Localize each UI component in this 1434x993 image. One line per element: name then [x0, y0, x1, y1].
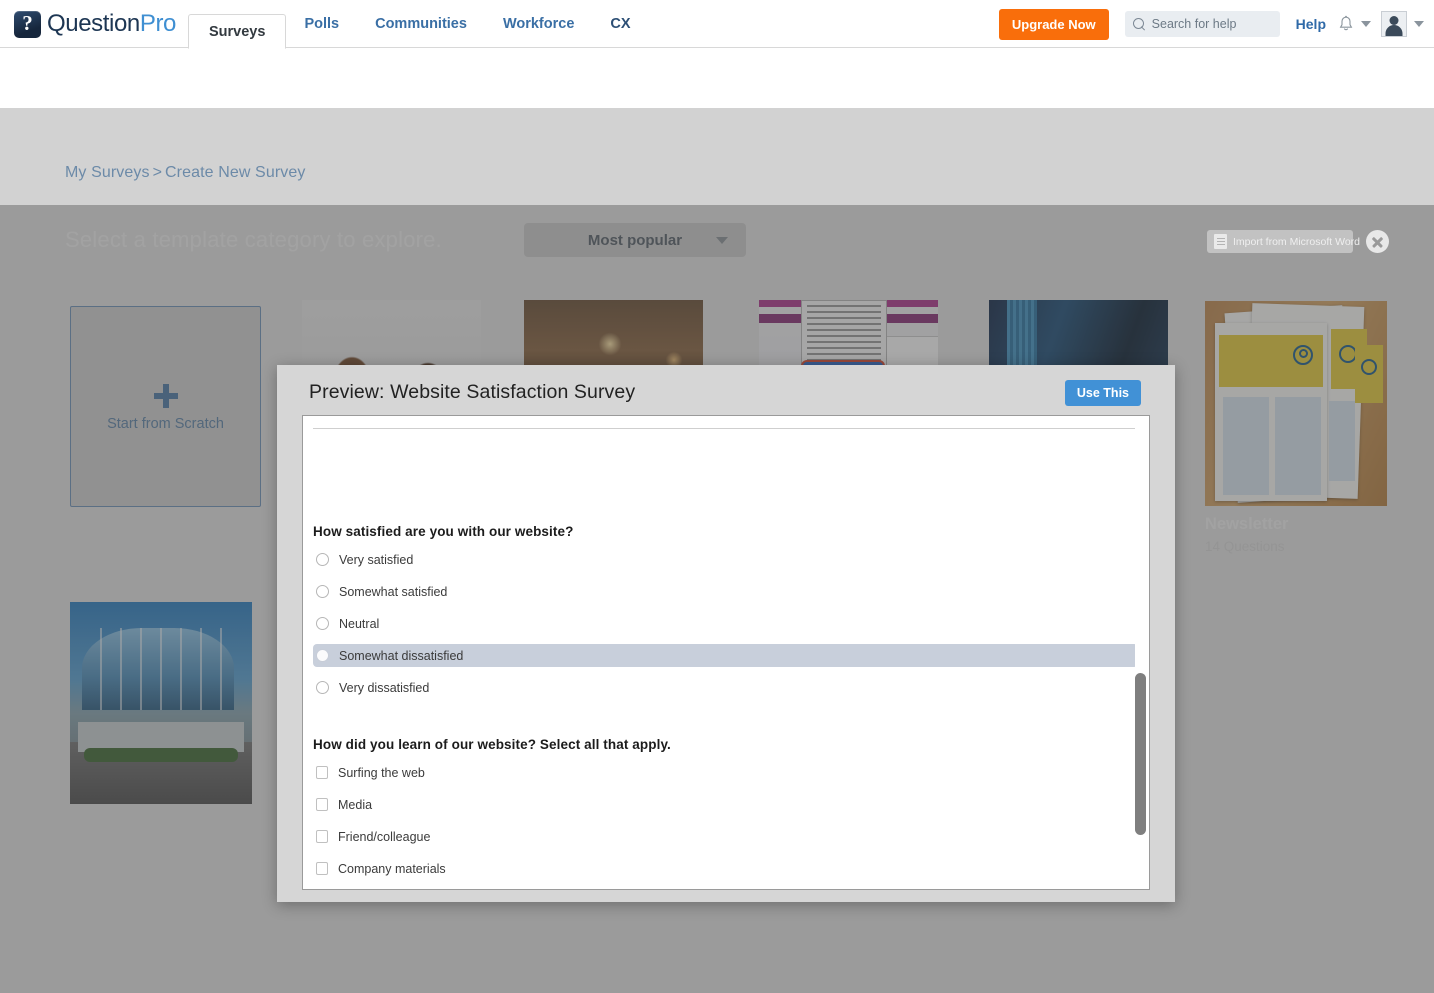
- import-from-word-label: Import from Microsoft Word: [1233, 235, 1360, 248]
- help-link[interactable]: Help: [1296, 16, 1326, 32]
- breadcrumb-create-new-survey[interactable]: Create New Survey: [165, 164, 305, 181]
- tab-polls[interactable]: Polls: [286, 0, 357, 48]
- tab-communities[interactable]: Communities: [357, 0, 485, 48]
- option-label: Somewhat dissatisfied: [339, 648, 464, 663]
- plus-icon: [152, 382, 180, 410]
- option-row[interactable]: Somewhat satisfied: [313, 580, 1149, 603]
- preview-modal: Preview: Website Satisfaction Survey Use…: [277, 365, 1175, 902]
- close-gallery-button[interactable]: [1366, 230, 1389, 253]
- survey-preview-frame: How satisfied are you with our website? …: [302, 415, 1150, 890]
- option-label: Friend/colleague: [338, 829, 431, 844]
- nav-right-group: Upgrade Now Help: [998, 0, 1424, 48]
- option-label: Very dissatisfied: [339, 680, 430, 695]
- sort-dropdown-value: Most popular: [587, 231, 683, 249]
- chevron-down-icon: [716, 237, 728, 244]
- tab-cx[interactable]: CX: [592, 0, 648, 48]
- tab-surveys[interactable]: Surveys: [188, 14, 287, 49]
- upgrade-now-button[interactable]: Upgrade Now: [998, 8, 1109, 40]
- survey-divider: [313, 428, 1139, 429]
- page-title: Select a template category to explore.: [65, 227, 442, 252]
- notifications-chevron-down-icon[interactable]: [1361, 21, 1371, 27]
- logo-text-question: Question: [47, 10, 140, 37]
- template-card-newsletter[interactable]: Newsletter 14 Questions: [1205, 301, 1387, 554]
- option-label: Neutral: [339, 616, 380, 631]
- vertical-scrollbar-track[interactable]: [1134, 417, 1148, 888]
- search-input[interactable]: [1151, 17, 1272, 31]
- option-row[interactable]: Media: [313, 793, 1149, 816]
- start-from-scratch-label: Start from Scratch: [107, 415, 224, 432]
- option-row[interactable]: Very satisfied: [313, 548, 1149, 571]
- radio-icon[interactable]: [316, 649, 329, 662]
- vertical-scrollbar-thumb[interactable]: [1134, 673, 1146, 835]
- nav-spacer-band: [0, 48, 1434, 108]
- sort-dropdown[interactable]: Most popular: [524, 223, 746, 257]
- radio-icon[interactable]: [316, 585, 329, 598]
- checkbox-icon[interactable]: [316, 862, 328, 875]
- help-search-box[interactable]: [1124, 11, 1280, 37]
- checkbox-icon[interactable]: [316, 766, 328, 779]
- start-from-scratch-card[interactable]: Start from Scratch: [70, 306, 261, 507]
- option-label: Company materials: [338, 861, 446, 876]
- template-card-title: Newsletter: [1205, 515, 1289, 533]
- survey-question-2: How did you learn of our website? Select…: [313, 737, 1149, 890]
- template-thumbnail: [70, 602, 252, 804]
- document-icon: [1214, 234, 1227, 249]
- question-text: How satisfied are you with our website?: [313, 524, 574, 539]
- bell-icon[interactable]: [1338, 15, 1354, 33]
- question-text: How did you learn of our website? Select…: [313, 737, 671, 752]
- tab-workforce[interactable]: Workforce: [485, 0, 592, 48]
- option-row[interactable]: Employees: [313, 889, 1149, 890]
- checkbox-icon[interactable]: [316, 798, 328, 811]
- option-row[interactable]: Very dissatisfied: [313, 676, 1149, 699]
- survey-question-1: How satisfied are you with our website? …: [313, 524, 1149, 699]
- top-navigation-bar: QuestionPro Surveys Polls Communities Wo…: [0, 0, 1434, 49]
- radio-icon[interactable]: [316, 617, 329, 630]
- breadcrumb: My Surveys > Create New Survey: [65, 164, 305, 182]
- survey-preview-scroll-area[interactable]: How satisfied are you with our website? …: [303, 416, 1149, 889]
- option-label: Somewhat satisfied: [339, 584, 448, 599]
- option-row[interactable]: Friend/colleague: [313, 825, 1149, 848]
- questionpro-logo-icon: [14, 10, 41, 38]
- radio-icon[interactable]: [316, 553, 329, 566]
- breadcrumb-my-surveys[interactable]: My Surveys: [65, 164, 150, 181]
- template-thumbnail: [1205, 301, 1387, 506]
- use-this-button[interactable]: Use This: [1064, 380, 1141, 406]
- option-row-hovered[interactable]: Somewhat dissatisfied: [313, 644, 1138, 667]
- checkbox-icon[interactable]: [316, 830, 328, 843]
- primary-nav-tabs: Surveys Polls Communities Workforce CX: [188, 0, 649, 49]
- breadcrumb-band: [0, 108, 1434, 205]
- radio-icon[interactable]: [316, 681, 329, 694]
- option-row[interactable]: Company materials: [313, 857, 1149, 880]
- import-from-word-button[interactable]: Import from Microsoft Word: [1207, 230, 1360, 253]
- template-card-questions: 14 Questions: [1205, 539, 1285, 554]
- template-card-company-satisfaction[interactable]: Company Satisfaction 14 Questions: [70, 602, 252, 804]
- logo-wordmark: QuestionPro: [47, 10, 176, 38]
- option-row[interactable]: Neutral: [313, 612, 1149, 635]
- search-icon: [1132, 17, 1146, 31]
- user-avatar-icon[interactable]: [1381, 11, 1407, 37]
- breadcrumb-separator: >: [152, 164, 163, 181]
- questionpro-logo[interactable]: QuestionPro: [14, 7, 176, 41]
- account-chevron-down-icon[interactable]: [1414, 21, 1424, 27]
- option-row[interactable]: Surfing the web: [313, 761, 1149, 784]
- option-label: Surfing the web: [338, 765, 425, 780]
- option-label: Media: [338, 797, 373, 812]
- logo-text-pro: Pro: [139, 10, 177, 37]
- option-label: Very satisfied: [339, 552, 414, 567]
- modal-title: Preview: Website Satisfaction Survey: [309, 381, 636, 403]
